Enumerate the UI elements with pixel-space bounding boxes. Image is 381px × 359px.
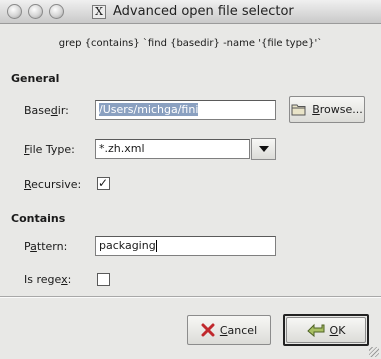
command-preview: grep {contains} `find {basedir} -name '{…: [58, 38, 323, 49]
resize-grip[interactable]: [369, 347, 379, 357]
title-bar: X Advanced open file selector: [0, 0, 381, 24]
regex-label: Is regex:: [24, 273, 71, 286]
filetype-label-post: ile Type:: [29, 143, 75, 156]
regex-label-post: :: [67, 273, 72, 286]
close-window-button[interactable]: [7, 4, 22, 19]
filetype-label: File Type:: [24, 143, 75, 156]
ok-mnemonic: O: [329, 323, 339, 337]
basedir-label-mnemonic: d: [50, 104, 58, 117]
button-separator: [0, 296, 381, 298]
x11-app-icon: X: [92, 5, 106, 19]
section-heading-general: General: [11, 72, 60, 85]
pattern-input[interactable]: packaging: [95, 236, 276, 256]
regex-checkbox[interactable]: [97, 273, 110, 286]
recursive-label: Recursive:: [24, 178, 81, 191]
ok-label: OK: [330, 324, 346, 337]
filetype-dropdown-button[interactable]: [251, 138, 276, 160]
recursive-label-post: ecursive:: [31, 178, 82, 191]
checkmark-icon: ✓: [98, 176, 109, 190]
basedir-value: /Users/michga/fini: [99, 103, 199, 116]
browse-label: Browse...: [312, 103, 363, 116]
zoom-window-button[interactable]: [49, 4, 64, 19]
cancel-button[interactable]: Cancel: [187, 315, 271, 345]
browse-mnemonic: B: [312, 103, 320, 116]
regex-label-pre: Is rege: [24, 273, 62, 286]
cancel-label: Cancel: [220, 324, 257, 337]
filetype-combo-entry[interactable]: *.zh.xml: [95, 139, 250, 159]
pattern-label: Pattern:: [24, 240, 67, 253]
filetype-value: *.zh.xml: [99, 142, 145, 155]
basedir-label: Basedir:: [24, 104, 69, 117]
pattern-label-mnemonic: a: [30, 240, 37, 253]
section-heading-contains: Contains: [11, 212, 66, 225]
ok-button[interactable]: OK: [286, 317, 366, 343]
browse-button[interactable]: Browse...: [289, 96, 365, 123]
browse-label-rest: rowse...: [319, 103, 363, 116]
basedir-label-post: ir:: [57, 104, 69, 117]
minimize-window-button[interactable]: [28, 4, 43, 19]
window-title: Advanced open file selector: [113, 4, 294, 19]
basedir-input[interactable]: /Users/michga/fini: [95, 100, 276, 120]
folder-icon: [291, 104, 306, 116]
recursive-checkbox[interactable]: ✓: [97, 176, 110, 190]
chevron-down-icon: [259, 146, 269, 152]
ok-label-rest: K: [338, 323, 346, 337]
pattern-value: packaging: [99, 239, 156, 252]
ok-arrow-icon: [306, 323, 325, 338]
cancel-label-rest: ancel: [227, 323, 258, 337]
cancel-x-icon: [201, 323, 215, 337]
text-cursor: [155, 240, 157, 252]
cancel-mnemonic: C: [219, 323, 228, 337]
pattern-label-post: ttern:: [36, 240, 68, 253]
basedir-label-pre: Base: [24, 104, 51, 117]
